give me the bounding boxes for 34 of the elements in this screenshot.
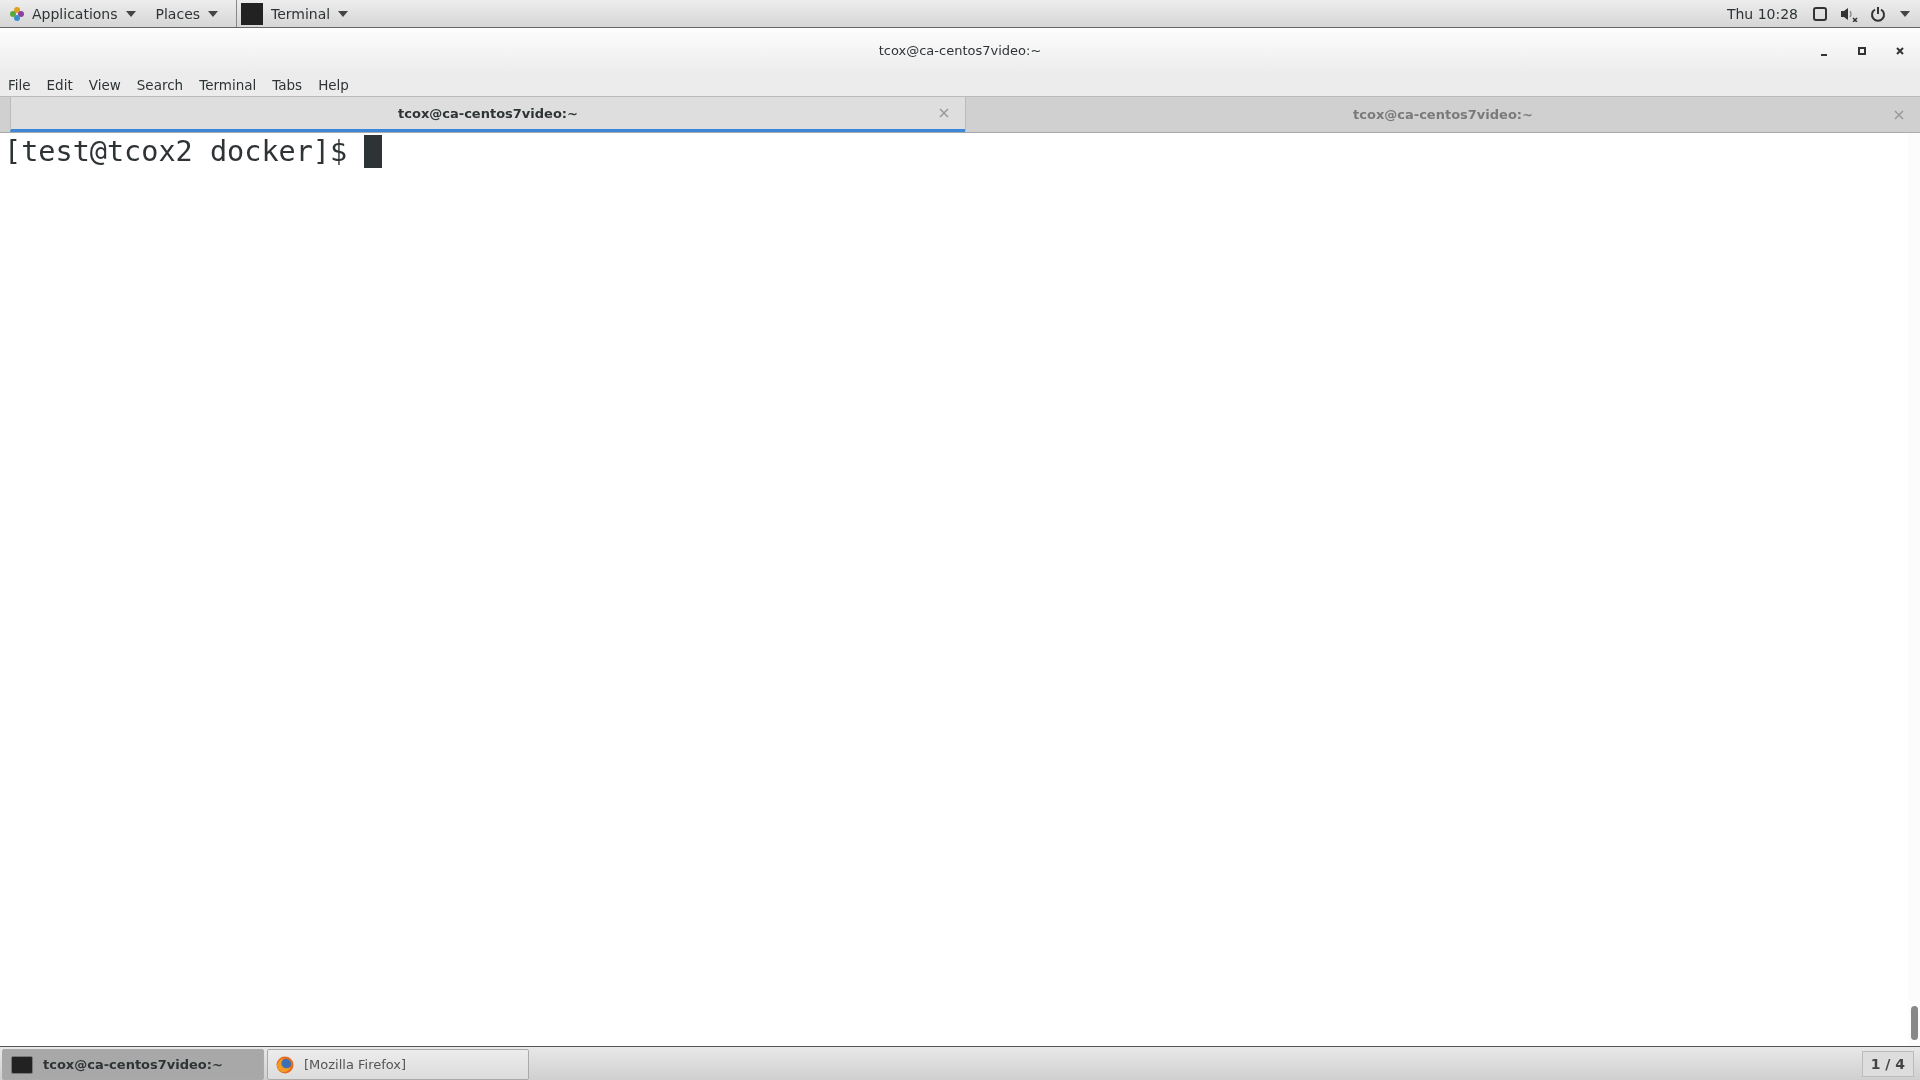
flower-icon: [10, 6, 24, 21]
taskbar-item[interactable]: tcox@ca-centos7video:~: [2, 1049, 264, 1080]
minimize-icon: [1821, 53, 1827, 56]
scrollbar-thumb[interactable]: [1911, 1006, 1918, 1040]
maximize-icon: [1857, 45, 1867, 56]
menu-item[interactable]: View: [82, 74, 127, 95]
tab[interactable]: tcox@ca-centos7video:~: [10, 97, 965, 132]
caret-icon: [338, 10, 349, 17]
menu-item[interactable]: Help: [312, 74, 355, 95]
tab-label: tcox@ca-centos7video:~: [1353, 107, 1533, 122]
menu-item[interactable]: Terminal: [193, 74, 263, 95]
muted-speaker-icon[interactable]: [1840, 5, 1858, 22]
menu-item[interactable]: Edit: [40, 74, 79, 95]
panel-menu[interactable]: Applications: [0, 0, 146, 27]
caret-icon: [1900, 10, 1910, 17]
panel-menu[interactable]: Places: [145, 0, 229, 27]
app-menu[interactable]: Terminal: [236, 0, 359, 27]
window-icon[interactable]: [1812, 5, 1828, 22]
clock[interactable]: Thu 10:28: [1726, 5, 1798, 22]
taskbar-item[interactable]: [Mozilla Firefox]: [267, 1049, 529, 1080]
caret-icon: [208, 10, 219, 17]
window-title: tcox@ca-centos7video:~: [878, 43, 1042, 58]
menu-item[interactable]: Search: [130, 74, 190, 95]
terminal-prompt: [test@tcox2 docker]$: [4, 135, 349, 168]
menu-item[interactable]: File: [2, 74, 37, 95]
tab-label: tcox@ca-centos7video:~: [398, 105, 578, 121]
terminal-icon: [241, 2, 264, 25]
workspace-indicator[interactable]: 1 / 4: [1861, 1050, 1914, 1077]
globe-icon: [276, 1055, 294, 1074]
close-icon: [1895, 45, 1905, 56]
terminal-icon: [11, 1055, 33, 1074]
menu-item[interactable]: Tabs: [266, 74, 309, 95]
caret-icon: [125, 10, 136, 17]
power-icon[interactable]: [1870, 5, 1886, 22]
